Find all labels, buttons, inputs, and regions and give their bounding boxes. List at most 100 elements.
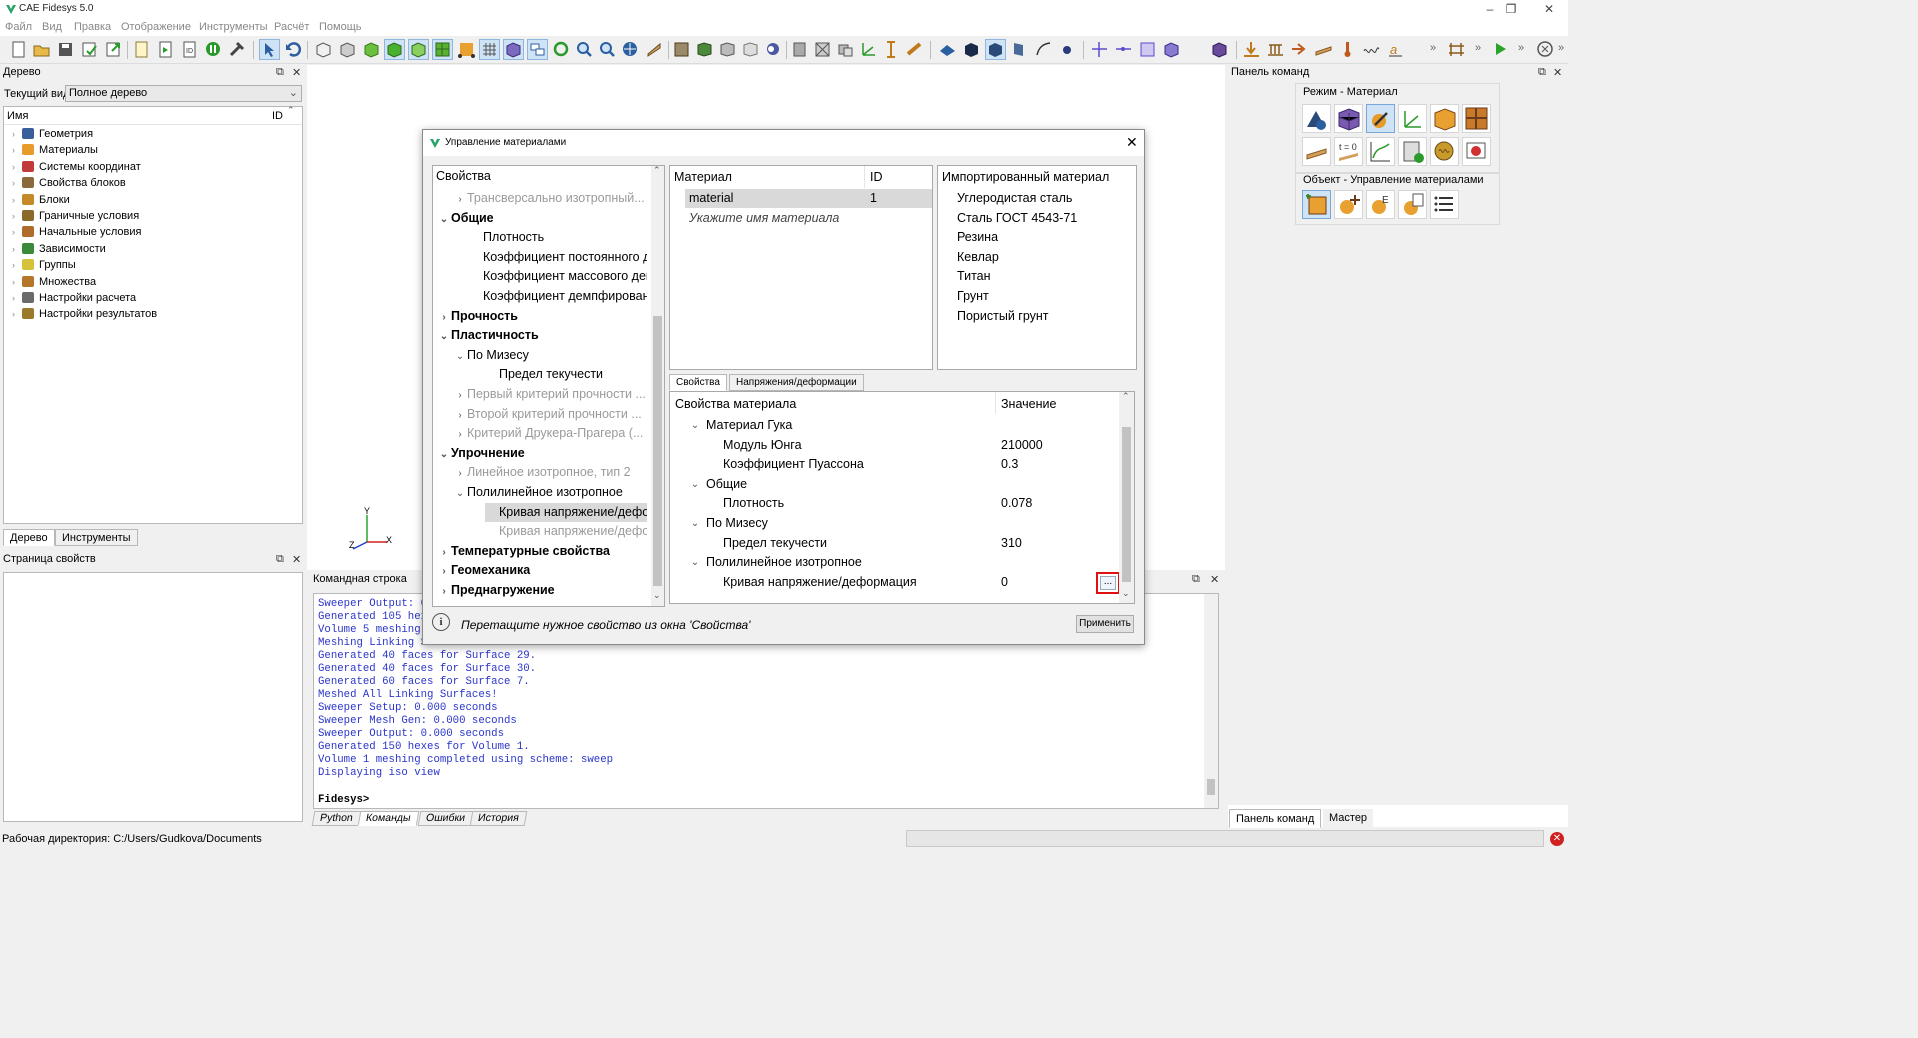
tree-item[interactable]: › Зависимости [4, 241, 106, 257]
results-mode-icon[interactable] [1430, 137, 1459, 166]
edge-icon[interactable] [1113, 39, 1134, 60]
text-icon[interactable]: a [1385, 39, 1406, 60]
play-script-icon[interactable] [155, 39, 176, 60]
view-hidden-icon[interactable] [337, 39, 358, 60]
blocks-mode-icon[interactable] [1430, 104, 1459, 133]
console-tab-1[interactable]: Команды [357, 811, 419, 826]
expand-icon[interactable]: › [12, 126, 22, 142]
properties-scrollbar[interactable]: ⌃ ⌄ [651, 166, 664, 606]
console-tab-2[interactable]: Ошибки [417, 811, 474, 826]
ruler-icon[interactable] [881, 39, 902, 60]
property-item[interactable]: › Первый критерий прочности ... [453, 385, 647, 404]
dialog-close-icon[interactable]: ✕ [1126, 134, 1138, 151]
edit-material-icon[interactable]: E [1366, 190, 1395, 219]
load-icon[interactable] [1241, 39, 1262, 60]
expand-icon[interactable]: › [12, 142, 22, 158]
tree-item[interactable]: › Группы [4, 257, 76, 273]
save-as-icon[interactable] [79, 39, 100, 60]
material-property-value[interactable]: 0.078 [1001, 494, 1032, 513]
expand-icon[interactable]: › [12, 241, 22, 257]
coord-mode-icon[interactable] [1398, 104, 1427, 133]
expand-icon[interactable]: › [12, 175, 22, 191]
apply-button[interactable]: Применить [1076, 615, 1134, 633]
material-property-row[interactable]: ⌄ Материал Гука [670, 416, 1118, 435]
property-item[interactable]: Коэффициент постоянного де... [469, 248, 647, 267]
view-right-icon[interactable] [717, 39, 738, 60]
menu-view[interactable]: Вид [42, 21, 62, 33]
material-property-value[interactable]: 0 [1001, 573, 1008, 592]
imported-material-item[interactable]: Грунт [957, 287, 1132, 306]
list-materials-icon[interactable] [1430, 190, 1459, 219]
material-property-row[interactable]: ⌄ По Мизесу [670, 514, 1118, 533]
axes-icon[interactable] [858, 39, 879, 60]
tab-stress-strain[interactable]: Напряжения/деформации [729, 374, 864, 391]
dock-float-icon[interactable]: ⧉ [1192, 573, 1200, 586]
view-wire-icon[interactable] [313, 39, 334, 60]
results-icon[interactable] [1535, 39, 1556, 60]
property-item[interactable]: Коэффициент демпфировани... [469, 287, 647, 306]
property-item[interactable]: ⌄ Упрочнение [437, 444, 647, 463]
material-property-value[interactable]: 210000 [1001, 436, 1043, 455]
console-tab-3[interactable]: История [469, 811, 528, 826]
property-item[interactable]: ⌄ Полилинейное изотропное [453, 483, 647, 502]
view-top-icon[interactable] [671, 39, 692, 60]
cube-view-icon[interactable] [503, 39, 524, 60]
tree-item[interactable]: › Геометрия [4, 126, 93, 142]
material-property-row[interactable]: Кривая напряжение/деформация 0 [670, 573, 1118, 592]
error-indicator-icon[interactable]: ✕ [1550, 832, 1564, 846]
imported-material-item[interactable]: Углеродистая сталь [957, 189, 1132, 208]
view-nodes-icon[interactable] [456, 39, 477, 60]
mesh-surface-icon[interactable] [985, 39, 1006, 60]
force-icon[interactable] [1289, 39, 1310, 60]
imported-material-item[interactable]: Сталь ГОСТ 4543-71 [957, 209, 1132, 228]
tree-item[interactable]: › Свойства блоков [4, 175, 126, 191]
property-item[interactable]: Коэффициент массового дем... [469, 267, 647, 286]
property-item[interactable]: ⌄ Общие [437, 209, 647, 228]
view-transparent-icon[interactable] [408, 39, 429, 60]
new-file-icon[interactable] [8, 39, 29, 60]
imported-material-item[interactable]: Пористый грунт [957, 307, 1132, 326]
grid-icon[interactable] [479, 39, 500, 60]
expand-icon[interactable]: › [12, 290, 22, 306]
script-icon[interactable] [131, 39, 152, 60]
property-item[interactable]: Предел текучести [485, 365, 647, 384]
property-item[interactable]: › Прочность [437, 307, 647, 326]
tree-item[interactable]: › Граничные условия [4, 208, 139, 224]
mat-props-scrollbar[interactable]: ⌃ ⌄ [1119, 392, 1134, 603]
material-name-placeholder[interactable]: Укажите имя материала [689, 211, 839, 225]
measure-icon[interactable] [904, 39, 925, 60]
create-material-icon[interactable] [1302, 190, 1331, 219]
restore-button[interactable]: ❐ [1496, 1, 1526, 17]
expand-icon[interactable]: › [12, 257, 22, 273]
tree-item[interactable]: › Материалы [4, 142, 98, 158]
property-item[interactable]: › Второй критерий прочности ... [453, 405, 647, 424]
imported-material-item[interactable]: Кевлар [957, 248, 1132, 267]
material-property-row[interactable]: ⌄ Общие [670, 475, 1118, 494]
mesh-mode-icon[interactable] [1334, 104, 1363, 133]
property-item[interactable]: ⌄ По Мизесу [453, 346, 647, 365]
material-property-row[interactable]: Коэффициент Пуассона 0.3 [670, 455, 1118, 474]
run-icon[interactable] [1490, 39, 1511, 60]
postproc-mode-icon[interactable] [1462, 137, 1491, 166]
tree-item[interactable]: › Системы координат [4, 159, 141, 175]
section-icon[interactable] [812, 39, 833, 60]
property-item[interactable]: Плотность [469, 228, 647, 247]
console-prompt[interactable]: Fidesys> [318, 794, 369, 806]
imported-material-item[interactable]: Резина [957, 228, 1132, 247]
beam-mode-icon[interactable] [1302, 137, 1331, 166]
view-iso-icon[interactable] [763, 39, 784, 60]
material-property-value[interactable]: 0.3 [1001, 455, 1018, 474]
tools-icon[interactable] [227, 39, 248, 60]
undo-icon[interactable] [283, 39, 304, 60]
property-item[interactable]: › Температурные свойства [437, 542, 647, 561]
material-row[interactable]: material 1 [685, 189, 932, 208]
view-shaded-icon[interactable] [361, 39, 382, 60]
curve-icon[interactable] [1033, 39, 1054, 60]
material-property-row[interactable]: Модуль Юнга 210000 [670, 436, 1118, 455]
tree-item[interactable]: › Настройки расчета [4, 290, 136, 306]
vertex-icon[interactable] [1057, 39, 1078, 60]
property-item[interactable]: › Преднагружение [437, 581, 647, 600]
sets-mode-icon[interactable] [1462, 104, 1491, 133]
zoom-in-icon[interactable] [574, 39, 595, 60]
dock-close-icon[interactable]: ✕ [1553, 66, 1562, 79]
